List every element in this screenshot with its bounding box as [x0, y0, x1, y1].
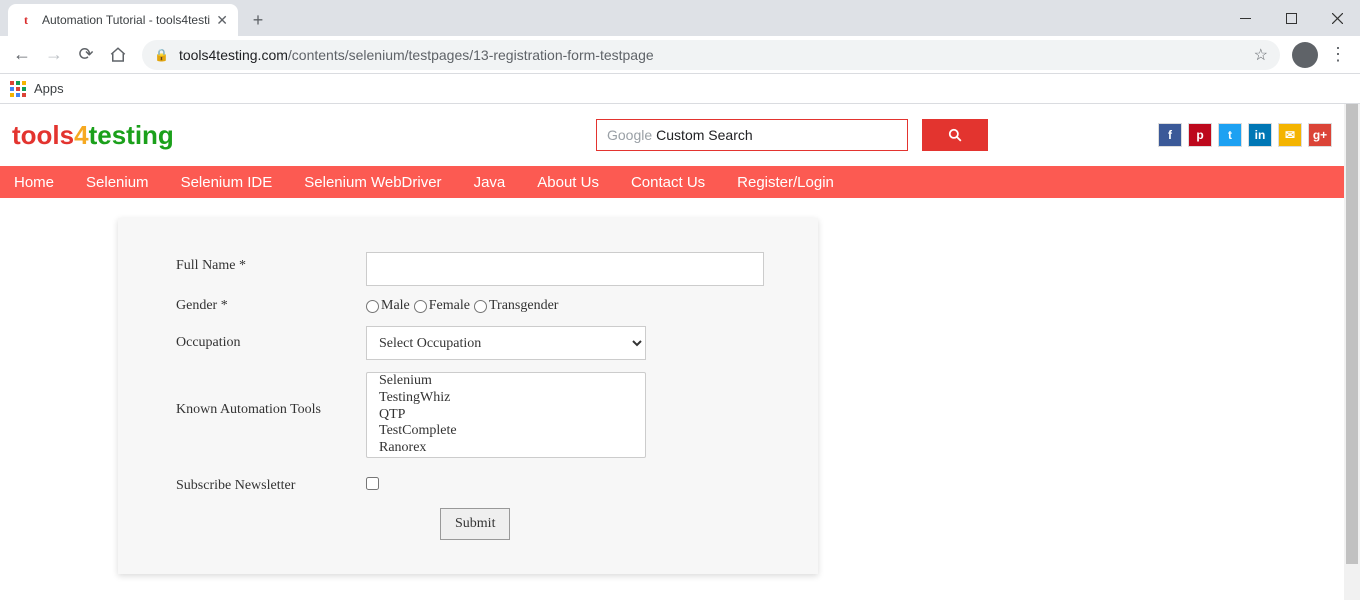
tab-close-icon[interactable]: ✕: [210, 12, 228, 29]
registration-form: Full Name * Gender * Male Female Transge…: [118, 218, 818, 574]
radio-male[interactable]: [366, 300, 379, 313]
row-fullname: Full Name *: [176, 252, 792, 286]
url-host: tools4testing.com: [179, 47, 288, 63]
apps-label[interactable]: Apps: [34, 81, 64, 96]
nav-register[interactable]: Register/Login: [737, 174, 834, 191]
tool-option[interactable]: Ranorex: [367, 440, 645, 457]
nav-java[interactable]: Java: [474, 174, 506, 191]
label-tools: Known Automation Tools: [176, 372, 366, 418]
label-newsletter: Subscribe Newsletter: [176, 478, 366, 494]
site-logo[interactable]: tools4testing: [12, 120, 174, 151]
newsletter-checkbox[interactable]: [366, 477, 379, 490]
radio-female-wrap[interactable]: Female: [414, 298, 470, 314]
nav-home[interactable]: Home: [14, 174, 54, 191]
radio-trans-wrap[interactable]: Transgender: [474, 298, 558, 314]
pinterest-icon[interactable]: p: [1188, 123, 1212, 147]
back-button[interactable]: ←: [6, 39, 38, 71]
search-placeholder: Custom Search: [656, 127, 752, 143]
label-fullname: Full Name *: [176, 252, 366, 274]
radio-trans-label: Transgender: [489, 298, 558, 314]
fullname-input[interactable]: [366, 252, 764, 286]
page-viewport: tools4testing Google Custom Search f p t…: [0, 104, 1360, 600]
occupation-select[interactable]: Select Occupation: [366, 326, 646, 360]
tab-title: Automation Tutorial - tools4testi: [42, 13, 210, 27]
radio-male-label: Male: [381, 298, 410, 314]
browser-tab-strip: t Automation Tutorial - tools4testi ✕ +: [0, 0, 1360, 36]
linkedin-icon[interactable]: in: [1248, 123, 1272, 147]
nav-selenium[interactable]: Selenium: [86, 174, 149, 191]
tool-option[interactable]: Selenium: [367, 373, 645, 390]
browser-tab[interactable]: t Automation Tutorial - tools4testi ✕: [8, 4, 238, 36]
row-occupation: Occupation Select Occupation: [176, 326, 792, 360]
radio-female-label: Female: [429, 298, 470, 314]
logo-text-1: tools: [12, 120, 74, 150]
logo-bolt-icon: 4: [74, 120, 88, 150]
new-tab-button[interactable]: +: [244, 6, 272, 34]
search-brand: Google: [607, 127, 652, 143]
nav-about[interactable]: About Us: [537, 174, 599, 191]
radio-trans[interactable]: [474, 300, 487, 313]
menu-button[interactable]: ⋮: [1322, 39, 1354, 71]
lock-icon: 🔒: [154, 48, 169, 62]
row-tools: Known Automation Tools Selenium TestingW…: [176, 372, 792, 459]
row-newsletter: Subscribe Newsletter: [176, 477, 792, 494]
radio-female[interactable]: [414, 300, 427, 313]
row-submit: Submit: [176, 508, 792, 540]
window-controls: [1222, 0, 1360, 36]
favicon-icon: t: [18, 12, 34, 28]
bookmarks-bar: Apps: [0, 74, 1360, 104]
nav-selenium-webdriver[interactable]: Selenium WebDriver: [304, 174, 441, 191]
label-gender: Gender *: [176, 298, 366, 314]
search-input[interactable]: Google Custom Search: [596, 119, 908, 151]
close-window-button[interactable]: [1314, 0, 1360, 36]
mail-icon[interactable]: ✉: [1278, 123, 1302, 147]
submit-button[interactable]: Submit: [440, 508, 510, 540]
main-nav: Home Selenium Selenium IDE Selenium WebD…: [0, 166, 1344, 198]
twitter-icon[interactable]: t: [1218, 123, 1242, 147]
radio-male-wrap[interactable]: Male: [366, 298, 410, 314]
googleplus-icon[interactable]: g+: [1308, 123, 1332, 147]
site-header: tools4testing Google Custom Search f p t…: [0, 104, 1344, 166]
nav-contact[interactable]: Contact Us: [631, 174, 705, 191]
forward-button[interactable]: →: [38, 39, 70, 71]
logo-text-2: testing: [89, 120, 174, 150]
apps-icon[interactable]: [10, 81, 26, 97]
address-bar[interactable]: 🔒 tools4testing.com/contents/selenium/te…: [142, 40, 1280, 70]
scrollbar-thumb[interactable]: [1346, 104, 1358, 564]
reload-button[interactable]: ⟳: [70, 39, 102, 71]
home-button[interactable]: [102, 39, 134, 71]
site-search: Google Custom Search: [596, 119, 988, 151]
scrollbar-track[interactable]: [1344, 104, 1360, 600]
profile-avatar[interactable]: [1292, 42, 1318, 68]
maximize-button[interactable]: [1268, 0, 1314, 36]
search-icon: [948, 128, 962, 142]
minimize-button[interactable]: [1222, 0, 1268, 36]
label-occupation: Occupation: [176, 335, 366, 351]
browser-toolbar: ← → ⟳ 🔒 tools4testing.com/contents/selen…: [0, 36, 1360, 74]
tool-option[interactable]: TestingWhiz: [367, 390, 645, 407]
nav-selenium-ide[interactable]: Selenium IDE: [181, 174, 273, 191]
search-button[interactable]: [922, 119, 988, 151]
bookmark-star-icon[interactable]: ☆: [1254, 45, 1268, 65]
tools-multiselect[interactable]: Selenium TestingWhiz QTP TestComplete Ra…: [366, 372, 646, 458]
facebook-icon[interactable]: f: [1158, 123, 1182, 147]
tool-option[interactable]: TestComplete: [367, 423, 645, 440]
tool-option[interactable]: QTP: [367, 407, 645, 424]
url-path: /contents/selenium/testpages/13-registra…: [288, 47, 654, 63]
row-gender: Gender * Male Female Transgender: [176, 298, 792, 314]
social-links: f p t in ✉ g+: [1158, 123, 1332, 147]
